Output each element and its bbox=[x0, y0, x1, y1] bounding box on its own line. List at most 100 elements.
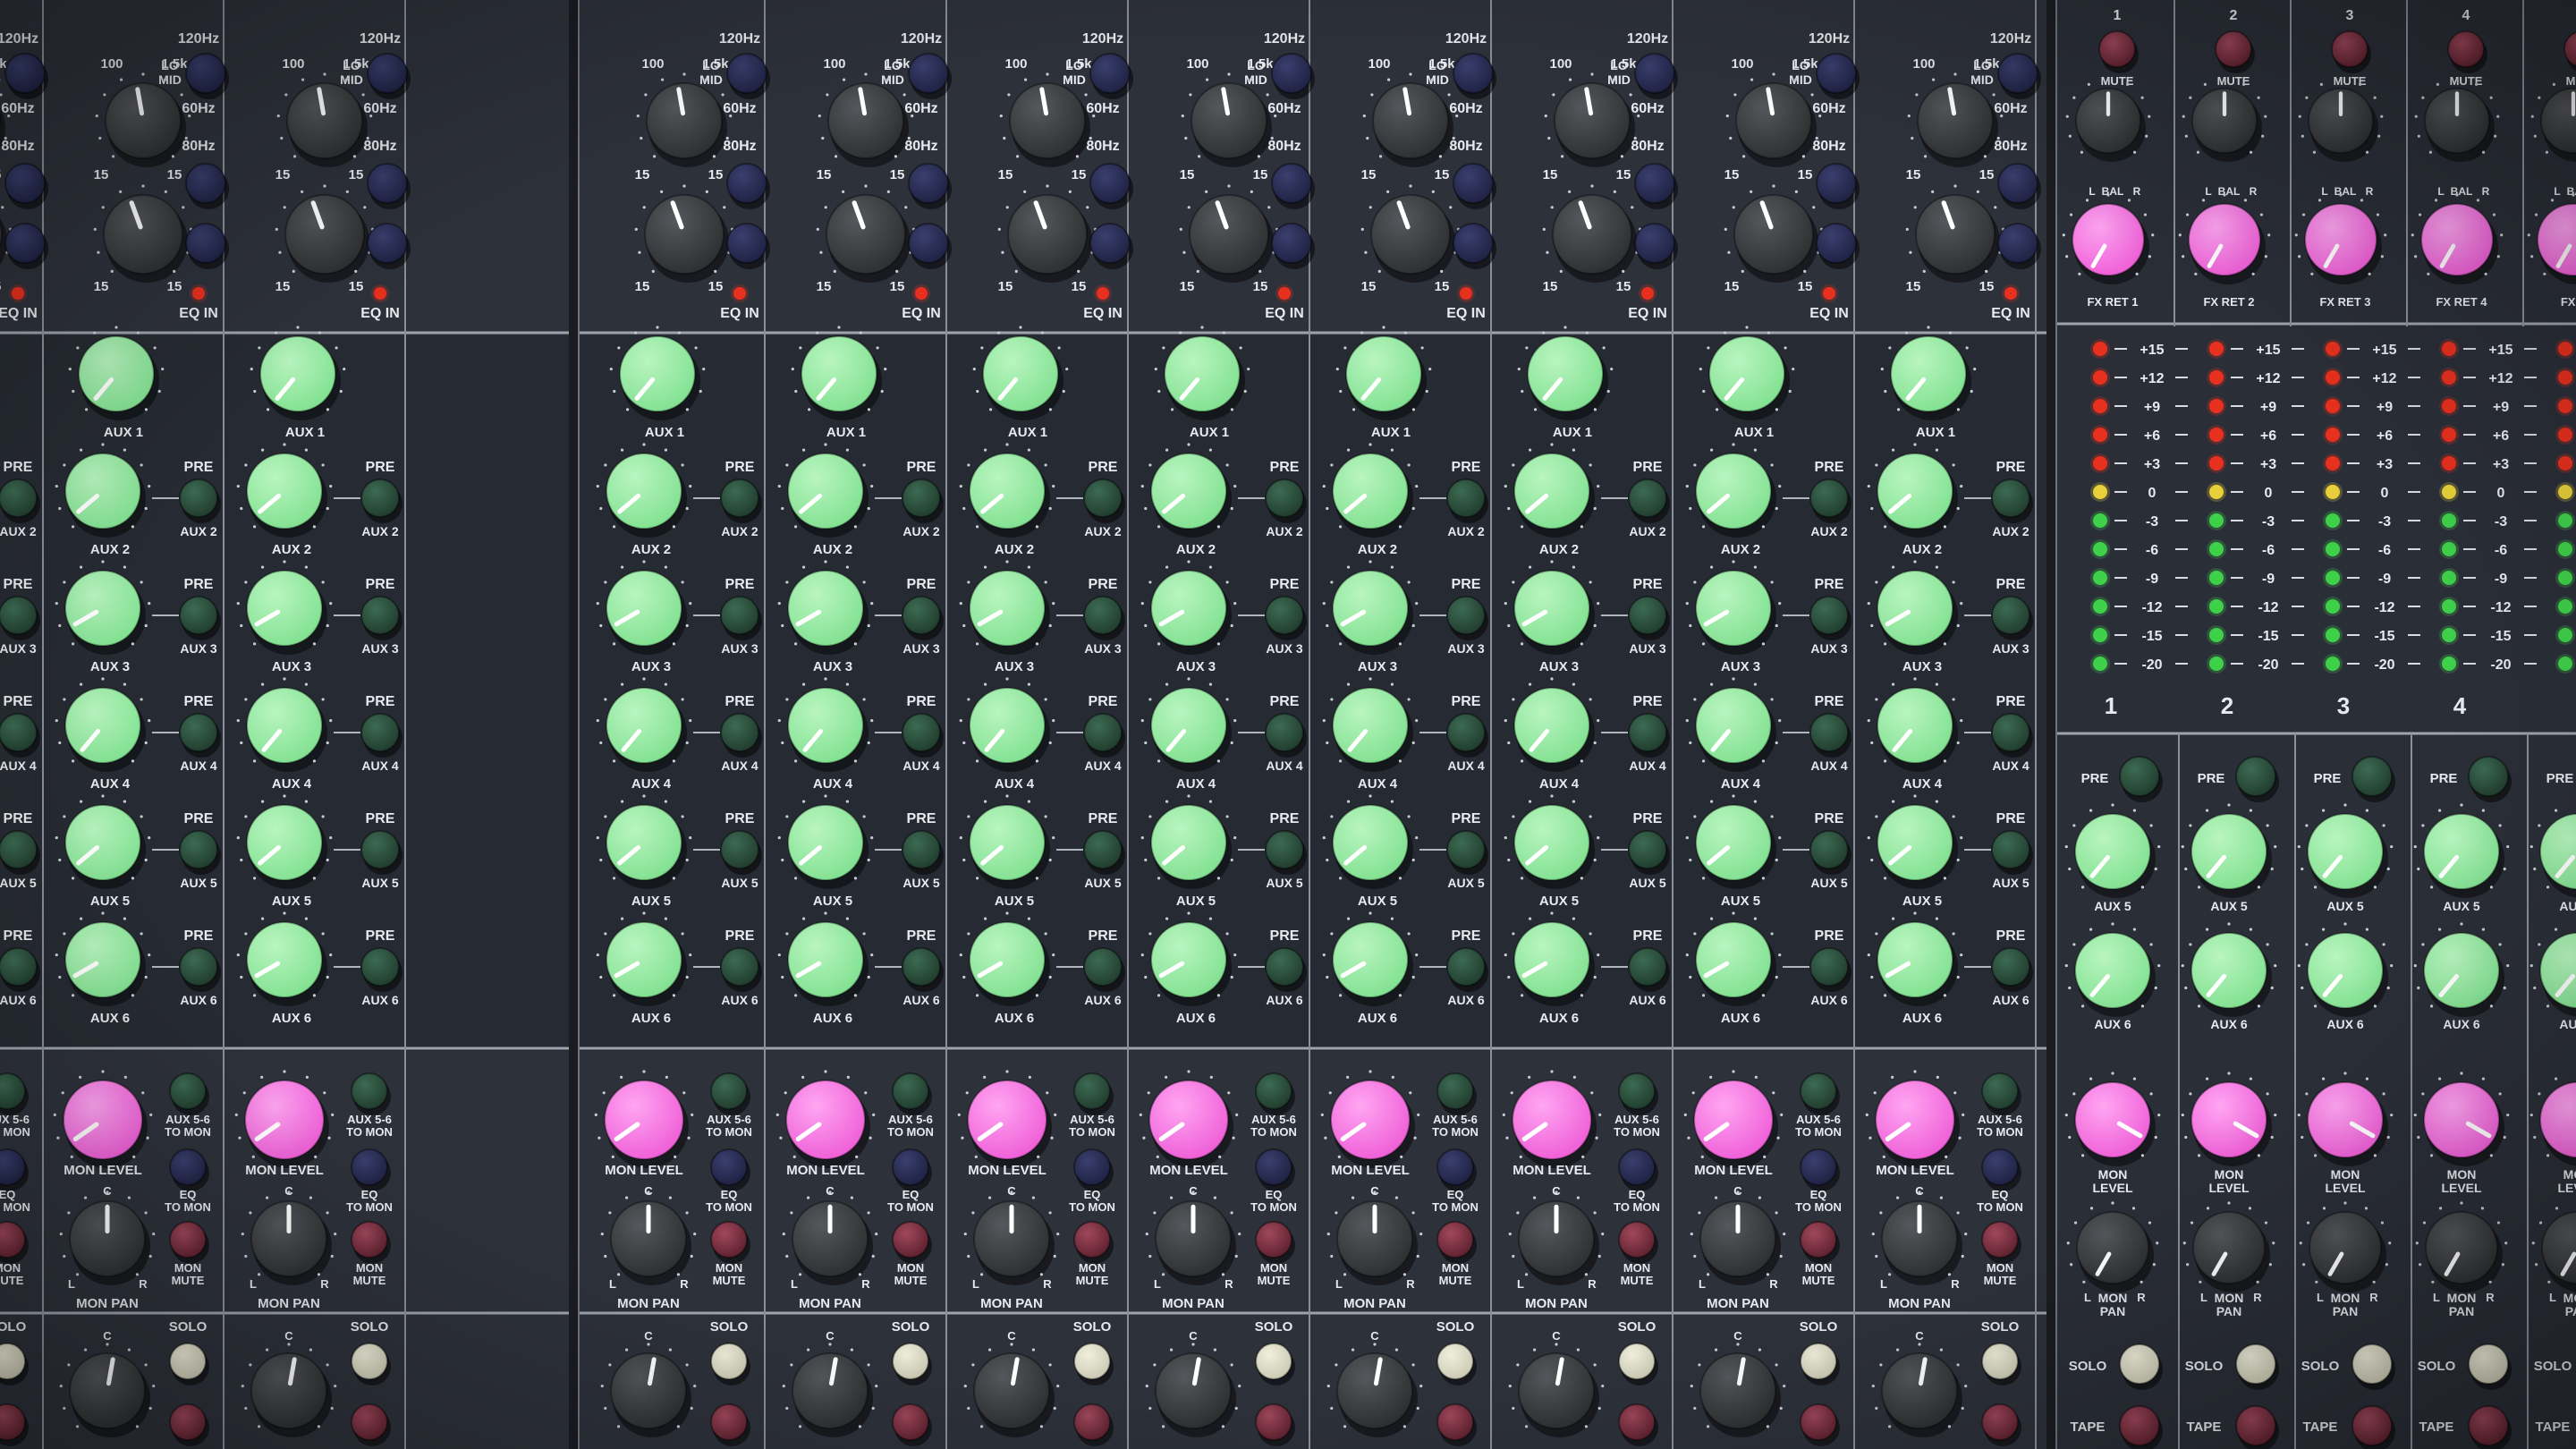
eq-freq-label: 80Hz bbox=[1994, 139, 2027, 154]
aux-pre-sub-label: AUX 4 bbox=[721, 758, 758, 773]
aux-send-label: AUX 6 bbox=[2443, 1017, 2479, 1031]
eq-gain-label: 15 bbox=[1906, 167, 1921, 182]
aux-pre-sub-label: AUX 2 bbox=[1992, 524, 2029, 538]
aux-send-label: AUX 4 bbox=[1721, 776, 1761, 792]
mon-mute-label: MUTE bbox=[713, 1274, 746, 1287]
eq-to-mon-label: TO MON bbox=[1432, 1200, 1479, 1214]
aux56-label: TO MON bbox=[165, 1125, 211, 1139]
aux56-label: AUX 5-6 bbox=[707, 1113, 751, 1126]
eq-in-led bbox=[1460, 287, 1472, 300]
aux-send-label: AUX 6 bbox=[1902, 1011, 1942, 1026]
eq-gain-label: 15 bbox=[635, 279, 650, 294]
meter-scale-label: -3 bbox=[2146, 514, 2158, 530]
mon-pan-label: MON bbox=[2447, 1291, 2477, 1305]
aux-pre-label: PRE bbox=[1270, 460, 1300, 475]
fx-return-mute-label: MUTE bbox=[2101, 74, 2134, 88]
meter-led bbox=[2209, 428, 2224, 442]
mon-pan-label: PAN bbox=[2333, 1304, 2359, 1318]
aux-pre-label: PRE bbox=[1089, 460, 1118, 475]
aux56-label: AUX 5-6 bbox=[1070, 1113, 1114, 1126]
eq-freq-label: 80Hz bbox=[1449, 139, 1482, 154]
meter-led bbox=[2093, 599, 2107, 614]
pan-left-label: L bbox=[1517, 1277, 1524, 1291]
eq-freq-label: 60Hz bbox=[1449, 101, 1482, 116]
fx-return-label: FX RET 1 bbox=[2087, 295, 2138, 309]
eq-to-mon-label: EQ bbox=[1992, 1188, 2009, 1201]
pan-center-label: C bbox=[1007, 1329, 1016, 1343]
mon-level-label: MON bbox=[2447, 1167, 2477, 1182]
pan-right-label: R bbox=[680, 1277, 689, 1291]
meter-led bbox=[2326, 542, 2340, 556]
mon-pan-label: PAN bbox=[2565, 1304, 2576, 1318]
aux-pre-label: PRE bbox=[2081, 771, 2109, 786]
aux-pre-label: PRE bbox=[184, 928, 214, 944]
meter-scale-label: +6 bbox=[2144, 428, 2160, 444]
eq-to-mon-label: EQ bbox=[1084, 1188, 1101, 1201]
eq-to-mon-label: EQ bbox=[1629, 1188, 1646, 1201]
aux-pre-label: PRE bbox=[1452, 811, 1481, 826]
solo-label: SOLO bbox=[2069, 1359, 2107, 1374]
meter-scale-label: +3 bbox=[2144, 457, 2160, 472]
aux-pre-label: PRE bbox=[1996, 694, 2026, 709]
meter-led bbox=[2558, 342, 2572, 356]
meter-led bbox=[2093, 399, 2107, 413]
mon-level-label: MON LEVEL bbox=[1331, 1163, 1410, 1178]
meter-led bbox=[2209, 513, 2224, 528]
aux-send-label: AUX 3 bbox=[1539, 659, 1579, 674]
eq-gain-label: 15 bbox=[1616, 279, 1631, 294]
solo-label: SOLO bbox=[169, 1319, 208, 1335]
meter-scale-label: -20 bbox=[2490, 657, 2511, 673]
bal-left-label: L bbox=[2554, 185, 2560, 198]
aux-send-label: AUX 3 bbox=[995, 659, 1034, 674]
mon-pan-label: MON bbox=[2331, 1291, 2360, 1305]
meter-led bbox=[2442, 399, 2456, 413]
aux-send-label: AUX 2 bbox=[1176, 542, 1216, 557]
eq-band-label: MID bbox=[0, 72, 1, 87]
aux-pre-sub-label: AUX 6 bbox=[1266, 993, 1302, 1007]
bal-right-label: R bbox=[2250, 185, 2258, 198]
aux-pre-label: PRE bbox=[1089, 577, 1118, 592]
eq-freq-label: 100 bbox=[100, 56, 123, 72]
aux-pre-sub-label: AUX 2 bbox=[1447, 524, 1484, 538]
mon-pan-label: PAN bbox=[2449, 1304, 2475, 1318]
eq-to-mon-label: TO MON bbox=[165, 1200, 211, 1214]
pan-center-label: C bbox=[284, 1329, 293, 1343]
aux-send-label: AUX 4 bbox=[1539, 776, 1580, 792]
mon-mute-label: MUTE bbox=[353, 1274, 386, 1287]
mon-mute-label: MON bbox=[174, 1261, 201, 1275]
meter-led bbox=[2326, 370, 2340, 385]
solo-label: SOLO bbox=[2185, 1359, 2224, 1374]
aux-send-label: AUX 3 bbox=[631, 659, 671, 674]
meter-led bbox=[2209, 342, 2224, 356]
meter-led bbox=[2093, 542, 2107, 556]
aux-send-label: AUX 5 bbox=[995, 894, 1034, 909]
eq-gain-label: 15 bbox=[890, 167, 905, 182]
aux-pre-label: PRE bbox=[1270, 811, 1300, 826]
pan-center-label: C bbox=[1915, 1184, 1924, 1198]
meter-led bbox=[2442, 599, 2456, 614]
meter-led bbox=[2326, 342, 2340, 356]
eq-to-mon-label: TO MON bbox=[1250, 1200, 1297, 1214]
eq-gain-label: 15 bbox=[167, 167, 182, 182]
aux-pre-label: PRE bbox=[725, 460, 755, 475]
eq-gain-label: 15 bbox=[817, 167, 832, 182]
eq-in-label: EQ IN bbox=[0, 306, 38, 321]
eq-freq-label: 120Hz bbox=[719, 31, 760, 47]
aux-pre-label: PRE bbox=[4, 811, 33, 826]
pan-center-label: C bbox=[644, 1329, 653, 1343]
aux-pre-sub-label: AUX 5 bbox=[1447, 876, 1484, 890]
aux-pre-label: PRE bbox=[907, 811, 936, 826]
eq-gain-label: 15 bbox=[998, 279, 1013, 294]
eq-to-mon-label: EQ bbox=[721, 1188, 738, 1201]
aux-pre-sub-label: AUX 3 bbox=[1629, 641, 1665, 656]
aux-pre-sub-label: AUX 4 bbox=[180, 758, 216, 773]
meter-scale-label: -3 bbox=[2378, 514, 2391, 530]
pan-right-label: R bbox=[1588, 1277, 1597, 1291]
aux-pre-sub-label: AUX 2 bbox=[1629, 524, 1665, 538]
bal-left-label: L bbox=[2437, 185, 2444, 198]
pan-right-label: R bbox=[2486, 1291, 2495, 1304]
aux-send-label: AUX 2 bbox=[1721, 542, 1760, 557]
fx-return-mute-label: MUTE bbox=[2566, 74, 2576, 88]
meter-led bbox=[2442, 456, 2456, 470]
eq-gain-label: 15 bbox=[1072, 279, 1087, 294]
